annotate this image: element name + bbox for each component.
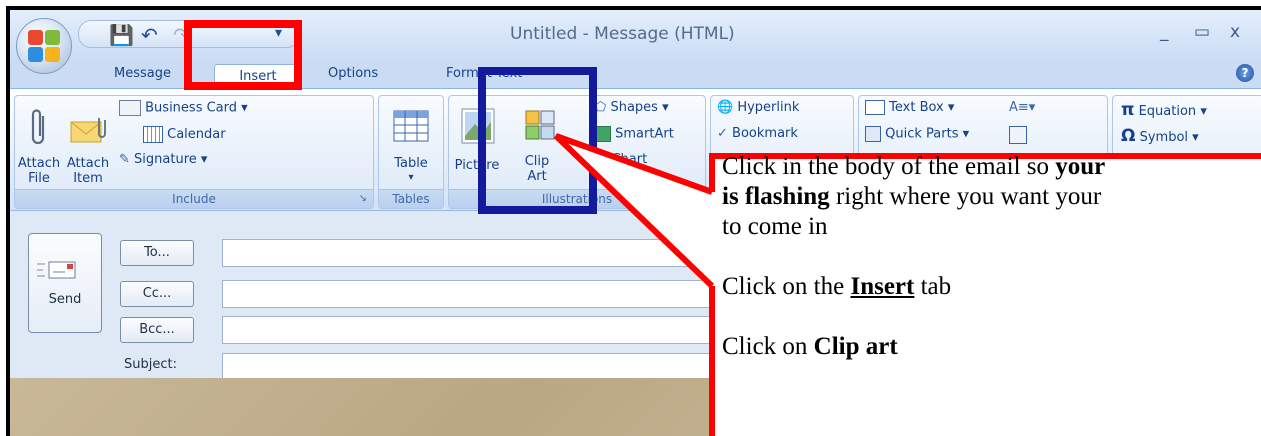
- include-label-text: Include: [172, 192, 216, 206]
- date-time-icon[interactable]: [1009, 126, 1027, 144]
- equation-label: Equation: [1138, 104, 1197, 119]
- help-icon[interactable]: ?: [1236, 64, 1254, 82]
- bookmark-icon: ✓: [717, 126, 728, 141]
- calendar-button[interactable]: Calendar: [143, 126, 226, 143]
- shapes-label: Shapes: [610, 100, 658, 115]
- chart-button[interactable]: ▩ Chart: [595, 152, 647, 167]
- hyperlink-button[interactable]: 🌐 Hyperlink: [717, 100, 799, 115]
- send-button[interactable]: Send: [28, 233, 102, 333]
- instruction-callout: Click in the body of the email so your i…: [722, 152, 1261, 436]
- quick-parts-label: Quick Parts: [885, 126, 959, 142]
- instruction-line-3: to come in: [722, 213, 828, 240]
- bookmark-button[interactable]: ✓ Bookmark: [717, 126, 798, 141]
- quick-parts-button[interactable]: Quick Parts ▾: [865, 126, 969, 142]
- pi-icon: π: [1121, 100, 1135, 120]
- hyperlink-label: Hyperlink: [737, 100, 800, 115]
- tab-options[interactable]: Options: [328, 66, 378, 81]
- business-card-icon: [119, 100, 141, 116]
- attach-item-label-2: Item: [73, 171, 103, 186]
- quick-parts-icon: [865, 126, 881, 142]
- table-button[interactable]: Table ▾: [379, 102, 443, 186]
- cc-button[interactable]: Cc...: [120, 281, 194, 307]
- office-logo-icon: [28, 30, 60, 62]
- smartart-icon: [595, 126, 611, 142]
- insert-tab-highlight: [184, 20, 302, 90]
- chevron-down-icon: ▾: [200, 152, 208, 167]
- undo-icon[interactable]: ↶: [141, 23, 158, 47]
- tab-message[interactable]: Message: [114, 66, 171, 81]
- omega-icon: Ω: [1121, 126, 1136, 146]
- chevron-down-icon: ▾: [962, 126, 970, 142]
- clip-art-highlight: [478, 67, 597, 214]
- bookmark-label: Bookmark: [732, 126, 798, 141]
- attach-file-label-2: File: [28, 171, 50, 186]
- close-button[interactable]: x: [1230, 22, 1240, 42]
- chevron-down-icon: ▾: [408, 172, 414, 183]
- dialog-launcher-icon[interactable]: ↘: [359, 190, 367, 208]
- text-box-button[interactable]: Text Box ▾: [865, 100, 954, 115]
- attach-item-label: Attach: [66, 156, 110, 171]
- shapes-button[interactable]: ⬠ Shapes ▾: [595, 100, 669, 115]
- include-group: Attach File Attach Item Business Card ▾: [14, 95, 374, 209]
- instruction-line-1: Click in the body of the email so your: [722, 153, 1106, 180]
- include-group-label: Include ↘: [15, 189, 373, 208]
- bcc-button[interactable]: Bcc...: [120, 317, 194, 343]
- attach-file-label: Attach: [17, 156, 61, 171]
- chevron-down-icon: ▾: [1192, 130, 1199, 145]
- calendar-label: Calendar: [167, 127, 226, 142]
- wordart-icon[interactable]: A≡▾: [1009, 100, 1035, 115]
- business-card-label: Business Card: [145, 100, 238, 116]
- calendar-icon: [143, 126, 163, 143]
- save-icon[interactable]: 💾: [109, 23, 134, 47]
- paperclip-icon: [31, 109, 45, 145]
- table-label: Table: [394, 156, 428, 171]
- minimize-button[interactable]: _: [1160, 22, 1169, 42]
- hyperlink-icon: 🌐: [717, 100, 734, 115]
- instruction-step-insert: Click on the Insert tab: [722, 273, 952, 300]
- chevron-down-icon: ▾: [1200, 104, 1207, 119]
- envelope-icon: [70, 118, 106, 143]
- text-box-label: Text Box: [889, 100, 944, 115]
- smartart-label: SmartArt: [615, 126, 674, 142]
- symbol-button[interactable]: Ω Symbol ▾: [1121, 126, 1199, 146]
- attach-file-button[interactable]: Attach File: [17, 102, 61, 186]
- to-button[interactable]: To...: [120, 240, 194, 266]
- signature-button[interactable]: ✎ Signature ▾: [119, 152, 207, 167]
- chevron-down-icon: ▾: [947, 100, 955, 115]
- office-button[interactable]: [16, 18, 72, 74]
- smartart-button[interactable]: SmartArt: [595, 126, 674, 142]
- tables-group: Table ▾ Tables: [378, 95, 444, 209]
- instruction-step-clip-art: Click on Clip art: [722, 333, 898, 360]
- equation-button[interactable]: π Equation ▾: [1121, 100, 1207, 120]
- symbol-label: Symbol: [1139, 130, 1189, 145]
- signature-label: Signature: [134, 152, 197, 167]
- instruction-line-2: is flashing right where you want your: [722, 183, 1102, 210]
- tables-group-label: Tables: [379, 189, 443, 208]
- send-envelope-icon: [37, 261, 76, 279]
- chart-label: Chart: [611, 152, 648, 167]
- signature-icon: ✎: [119, 152, 130, 167]
- subject-label: Subject:: [124, 357, 177, 372]
- chevron-down-icon: ▾: [662, 100, 669, 115]
- text-box-icon: [865, 100, 885, 115]
- maximize-button[interactable]: ▭: [1194, 22, 1210, 42]
- table-icon: [393, 110, 429, 142]
- chevron-down-icon: ▾: [241, 100, 248, 116]
- attach-item-button[interactable]: Attach Item: [63, 102, 113, 186]
- business-card-button[interactable]: Business Card ▾: [119, 100, 248, 116]
- send-label: Send: [48, 292, 82, 307]
- window-title: Untitled - Message (HTML): [510, 24, 735, 44]
